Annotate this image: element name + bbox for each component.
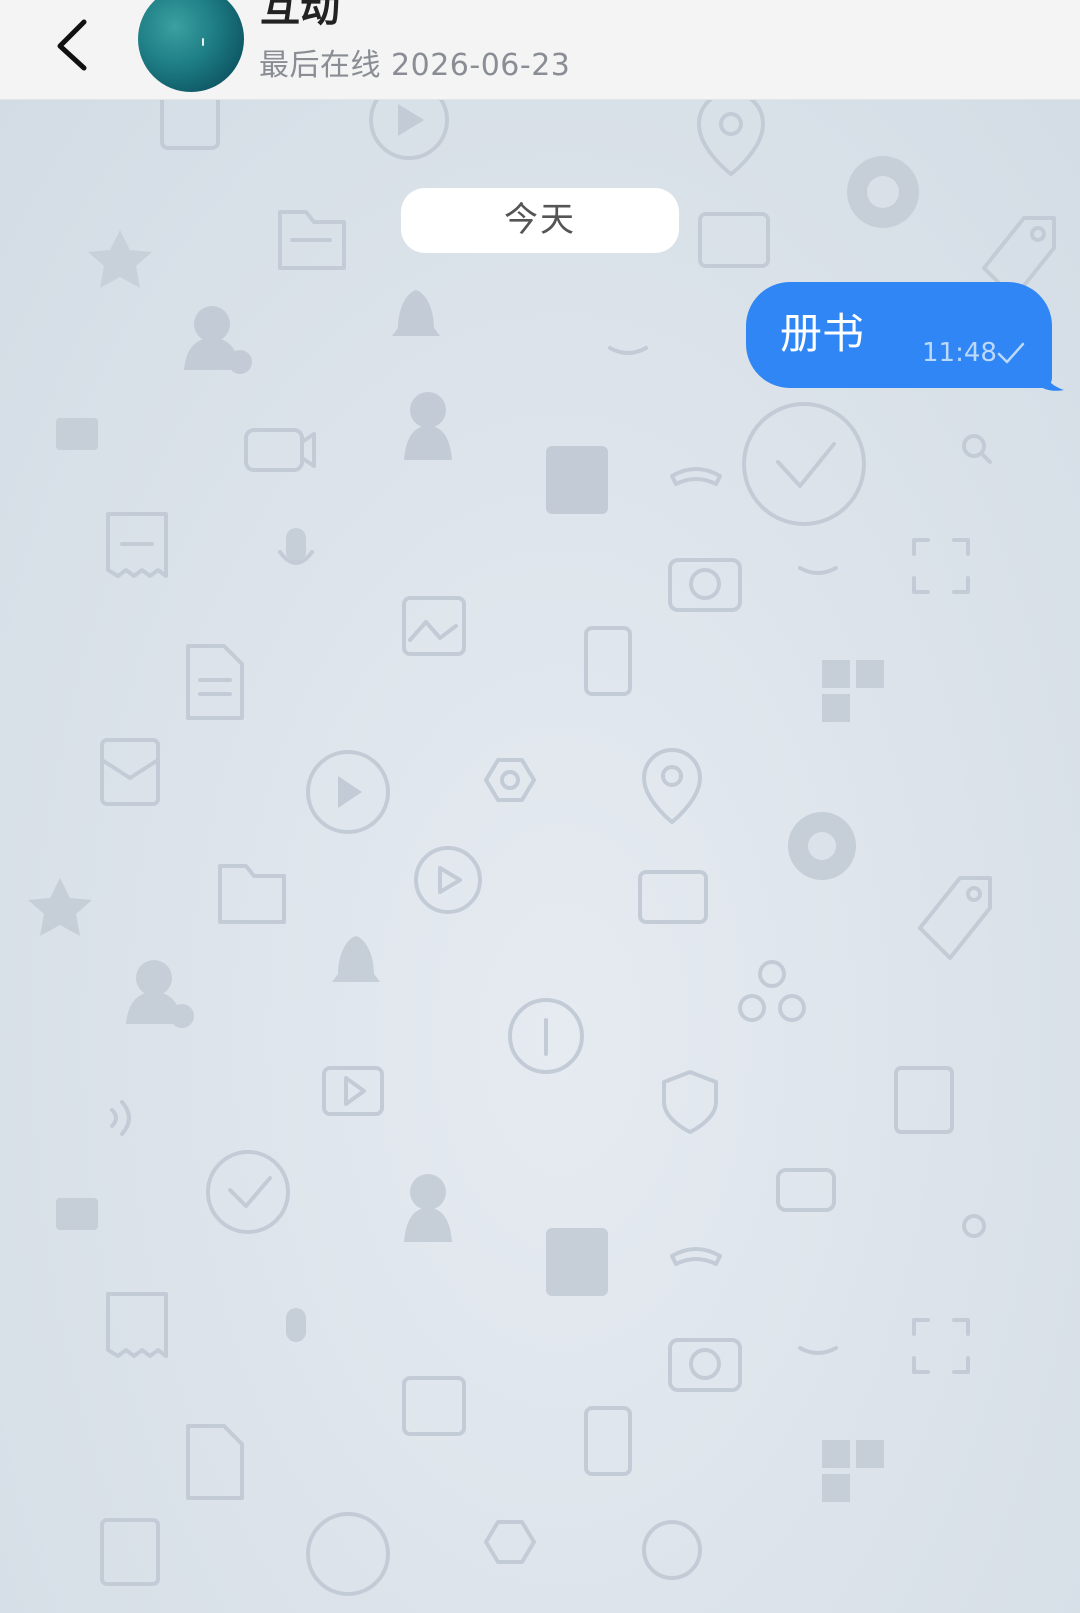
chat-header: 互动 最后在线 2026-06-23 xyxy=(0,0,1080,100)
message-area[interactable]: 今天 册书 11:48 xyxy=(0,100,1080,1613)
outgoing-message-bubble[interactable]: 册书 11:48 xyxy=(746,282,1052,388)
bubble-tail xyxy=(1040,362,1064,391)
chat-title[interactable]: 互动 xyxy=(260,0,340,30)
check-icon xyxy=(997,342,1025,364)
last-seen-status: 最后在线 2026-06-23 xyxy=(259,48,571,83)
back-button[interactable] xyxy=(50,8,100,72)
message-text: 册书 xyxy=(780,309,865,358)
chevron-left-icon xyxy=(57,19,87,71)
date-separator: 今天 xyxy=(401,188,679,253)
message-time: 11:48 xyxy=(922,338,997,368)
avatar[interactable] xyxy=(138,0,244,92)
